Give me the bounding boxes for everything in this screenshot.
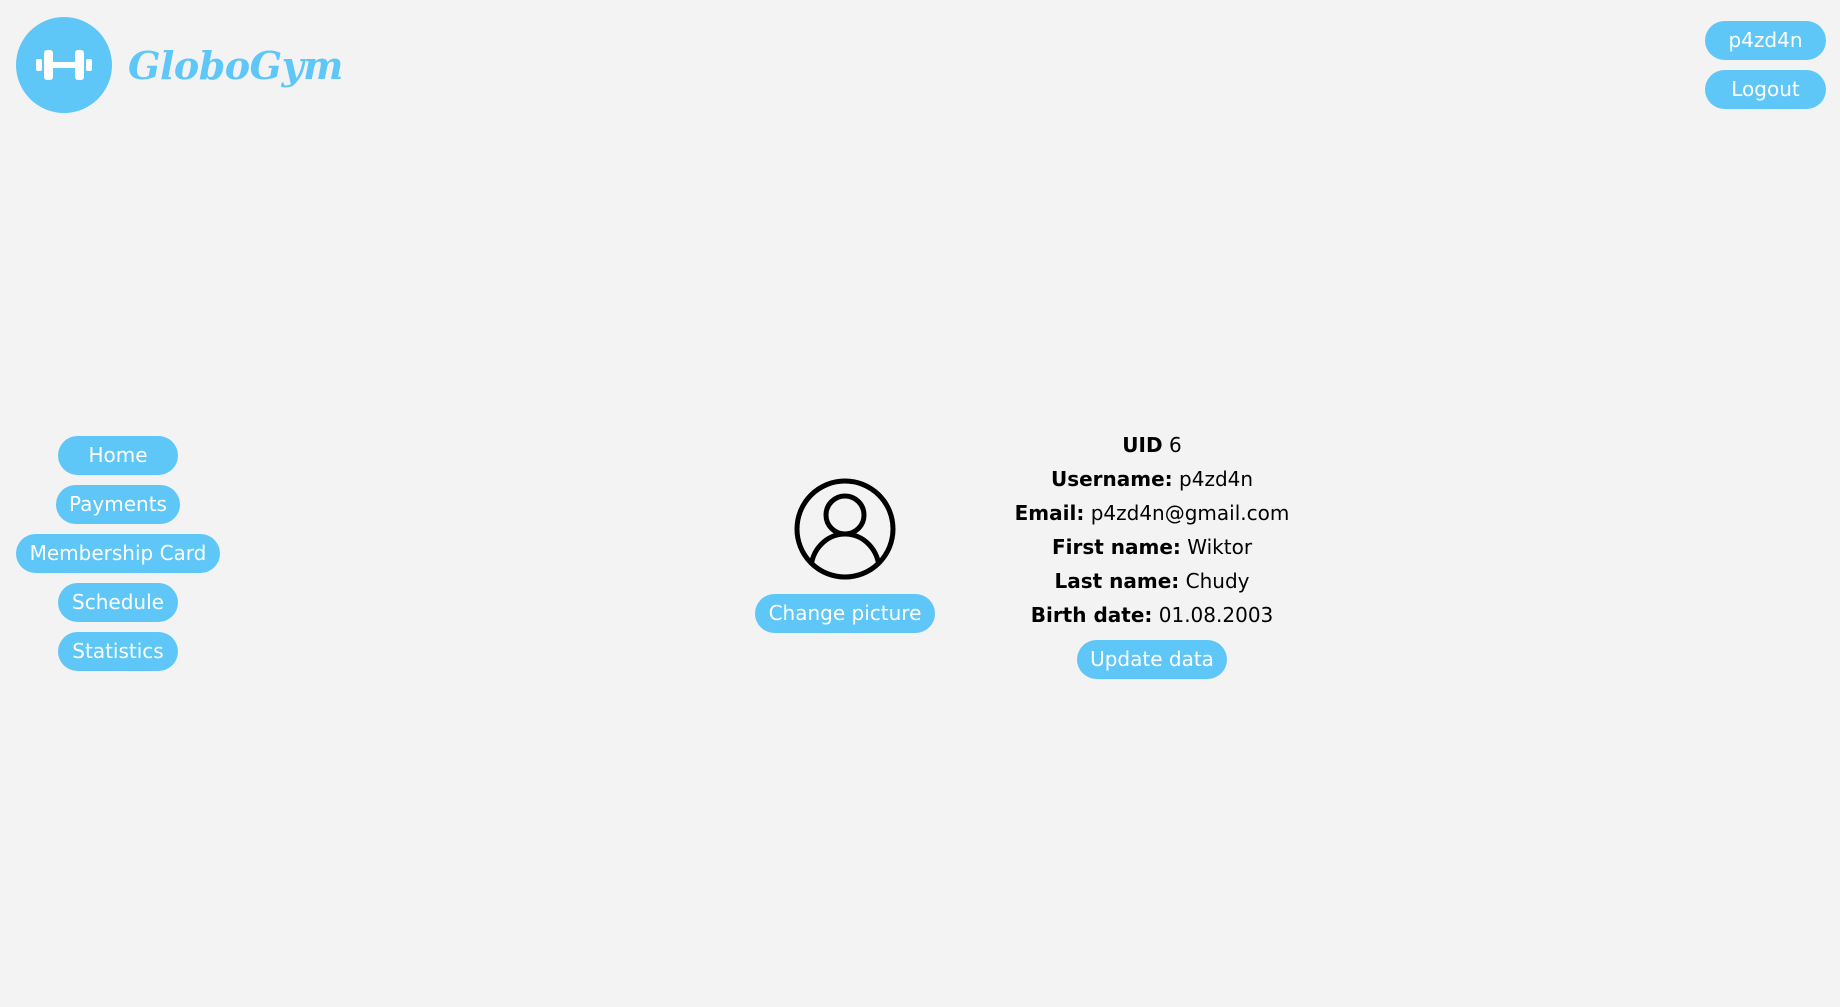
sidebar-item-membership-card[interactable]: Membership Card <box>16 534 220 573</box>
last-name-row: Last name: Chudy <box>1054 564 1249 598</box>
username-button[interactable]: p4zd4n <box>1705 21 1826 60</box>
uid-row: UID 6 <box>1122 428 1181 462</box>
field-label: First name: <box>1051 535 1181 559</box>
username-row: Username: p4zd4n <box>1051 462 1253 496</box>
update-data-button[interactable]: Update data <box>1077 640 1227 679</box>
field-label: Birth date: <box>1030 603 1153 627</box>
field-label: Last name: <box>1054 569 1180 593</box>
birth-date-row: Birth date: 01.08.2003 <box>1031 598 1274 632</box>
profile-info: UID 6 Username: p4zd4n Email: p4zd4n@gma… <box>952 428 1352 679</box>
field-value: Wiktor <box>1187 535 1253 559</box>
first-name-row: First name: Wiktor <box>1052 530 1252 564</box>
header-logo[interactable]: GloboGym <box>16 17 343 113</box>
field-label: UID <box>1122 433 1163 457</box>
dumbbell-icon <box>16 17 112 113</box>
field-label: Username: <box>1050 467 1173 491</box>
avatar-section: Change picture <box>755 478 935 633</box>
sidebar-item-statistics[interactable]: Statistics <box>58 632 178 671</box>
logout-button[interactable]: Logout <box>1705 70 1826 109</box>
email-row: Email: p4zd4n@gmail.com <box>1015 496 1290 530</box>
sidebar-item-schedule[interactable]: Schedule <box>58 583 178 622</box>
field-value: p4zd4n <box>1179 467 1254 491</box>
field-value: 01.08.2003 <box>1158 603 1274 627</box>
sidebar-nav: Home Payments Membership Card Schedule S… <box>16 436 220 671</box>
sidebar-item-payments[interactable]: Payments <box>56 485 180 524</box>
account-menu: p4zd4n Logout <box>1705 21 1826 109</box>
field-value: Chudy <box>1185 569 1250 593</box>
user-circle-icon <box>794 478 896 584</box>
sidebar-item-home[interactable]: Home <box>58 436 178 475</box>
page: GloboGym p4zd4n Logout Home Payments Mem… <box>0 0 1840 1007</box>
change-picture-button[interactable]: Change picture <box>755 594 935 633</box>
field-value: 6 <box>1168 433 1182 457</box>
brand-name: GloboGym <box>128 42 343 88</box>
field-value: p4zd4n@gmail.com <box>1090 501 1290 525</box>
field-label: Email: <box>1014 501 1085 525</box>
